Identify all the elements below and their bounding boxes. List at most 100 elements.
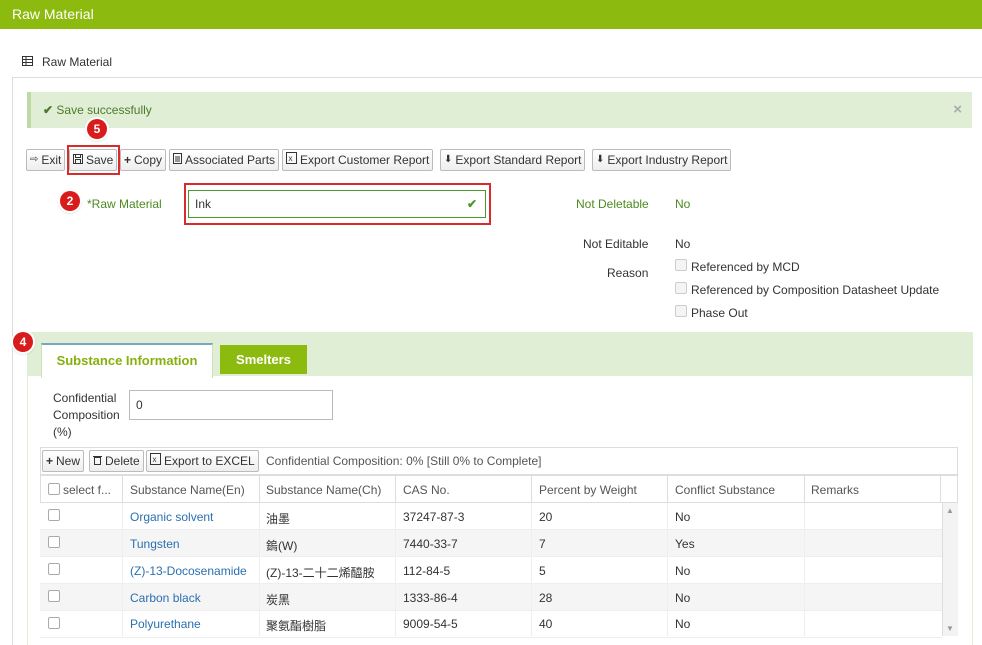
document-icon (173, 150, 182, 170)
not-deletable-value: No (675, 197, 691, 211)
percent-by-weight: 5 (539, 564, 546, 578)
column-header-name-en[interactable]: Substance Name(En) (130, 483, 245, 497)
substance-link[interactable]: (Z)-13-Docosenamide (130, 564, 247, 578)
step-badge-5: 5 (87, 119, 107, 139)
save-highlight (67, 145, 120, 175)
copy-button[interactable]: + Copy (120, 149, 167, 171)
export-customer-report-button[interactable]: x Export Customer Report (282, 149, 434, 171)
exit-button[interactable]: ⇨ Exit (26, 149, 66, 171)
column-divider (667, 475, 668, 503)
plus-icon: + (46, 454, 54, 468)
conflict-substance: No (675, 591, 691, 605)
percent-by-weight: 28 (539, 591, 553, 605)
column-header-percent[interactable]: Percent by Weight (539, 483, 637, 497)
not-editable-label: Not Editable (583, 237, 649, 251)
column-divider (395, 475, 396, 503)
substance-name-ch: (Z)-13-二十二烯醯胺 (266, 566, 375, 580)
row-checkbox[interactable] (48, 590, 60, 602)
cas-number: 7440-33-7 (403, 537, 458, 551)
raw-material-label: *Raw Material (87, 197, 162, 211)
select-all-checkbox[interactable] (48, 483, 60, 495)
tab-substance-information[interactable]: Substance Information (41, 343, 213, 378)
excel-icon: x (286, 150, 297, 170)
close-icon[interactable]: × (953, 92, 962, 128)
svg-text:x: x (153, 455, 157, 464)
column-header-conflict[interactable]: Conflict Substance (675, 483, 775, 497)
percent-by-weight: 40 (539, 617, 553, 631)
associated-parts-button[interactable]: Associated Parts (169, 149, 280, 171)
plus-icon: + (124, 153, 132, 167)
column-divider (122, 475, 123, 503)
substance-name-ch: 油墨 (266, 512, 291, 526)
reason-option: Referenced by Composition Datasheet Upda… (691, 283, 940, 297)
new-button[interactable]: + New (42, 450, 85, 472)
conflict-substance: No (675, 617, 691, 631)
substance-link[interactable]: Tungsten (130, 537, 180, 551)
confidential-label: (%) (53, 425, 72, 439)
cas-number: 1333-86-4 (403, 591, 458, 605)
step-badge-2: 2 (60, 191, 80, 211)
row-checkbox[interactable] (48, 617, 60, 629)
panel-header: Raw Material (12, 45, 982, 78)
raw-material-input[interactable]: Ink ✔ (188, 190, 486, 218)
column-divider (395, 503, 396, 636)
column-header-remarks[interactable]: Remarks (811, 483, 859, 497)
check-icon: ✔ (43, 103, 54, 117)
delete-button[interactable]: Delete (89, 450, 144, 472)
reason-checkbox[interactable] (675, 259, 687, 271)
substance-link[interactable]: Carbon black (130, 591, 201, 605)
export-industry-report-button[interactable]: ⬇ Export Industry Report (592, 149, 732, 171)
substance-link[interactable]: Polyurethane (130, 617, 201, 631)
reason-option: Referenced by MCD (691, 260, 800, 274)
excel-icon: x (150, 451, 161, 471)
export-standard-report-button[interactable]: ⬇ Export Standard Report (440, 149, 586, 171)
substance-name-ch: 炭黑 (266, 593, 291, 607)
reason-checkbox[interactable] (675, 305, 687, 317)
substance-name-ch: 聚氨酯樹脂 (266, 619, 327, 633)
page-title-bar: Raw Material (0, 0, 982, 29)
column-header-select[interactable]: select f... (63, 483, 119, 497)
confidential-label: Confidential (53, 391, 117, 405)
table-icon (22, 55, 33, 69)
composition-status: Confidential Composition: 0% [Still 0% t… (266, 454, 542, 468)
reason-label: Reason (607, 266, 649, 280)
row-checkbox[interactable] (48, 536, 60, 548)
column-divider (531, 475, 532, 503)
column-divider (122, 503, 123, 636)
check-icon: ✔ (466, 197, 477, 211)
scroll-down-icon[interactable]: ▼ (946, 624, 954, 633)
not-editable-value: No (675, 237, 691, 251)
trash-icon (93, 451, 102, 471)
column-divider (804, 503, 805, 636)
reason-option: Phase Out (691, 306, 748, 320)
page-title: Raw Material (12, 6, 94, 22)
step-badge-4: 4 (13, 332, 33, 352)
tab-smelters[interactable]: Smelters (220, 345, 307, 374)
not-deletable-label: Not Deletable (576, 197, 649, 211)
column-divider (531, 503, 532, 636)
column-divider (259, 503, 260, 636)
column-divider (940, 475, 941, 503)
exit-icon: ⇨ (30, 154, 39, 165)
confidential-label: Composition (53, 408, 120, 422)
percent-by-weight: 20 (539, 510, 553, 524)
column-header-cas[interactable]: CAS No. (403, 483, 450, 497)
cas-number: 112-84-5 (403, 564, 451, 578)
percent-by-weight: 7 (539, 537, 546, 551)
reason-checkbox[interactable] (675, 282, 687, 294)
row-checkbox[interactable] (48, 509, 60, 521)
grid-scrollbar[interactable]: ▲ ▼ (942, 503, 958, 636)
conflict-substance: Yes (675, 537, 695, 551)
row-checkbox[interactable] (48, 563, 60, 575)
svg-text:x: x (289, 154, 293, 163)
substance-link[interactable]: Organic solvent (130, 510, 213, 524)
confidential-composition-input[interactable]: 0 (129, 390, 333, 420)
conflict-substance: No (675, 564, 691, 578)
panel-title: Raw Material (42, 55, 113, 69)
export-excel-button[interactable]: x Export to EXCEL (146, 450, 259, 472)
column-divider (804, 475, 805, 503)
scroll-up-icon[interactable]: ▲ (946, 506, 954, 515)
column-header-name-ch[interactable]: Substance Name(Ch) (266, 483, 381, 497)
download-icon: ⬇ (444, 154, 453, 165)
conflict-substance: No (675, 510, 691, 524)
